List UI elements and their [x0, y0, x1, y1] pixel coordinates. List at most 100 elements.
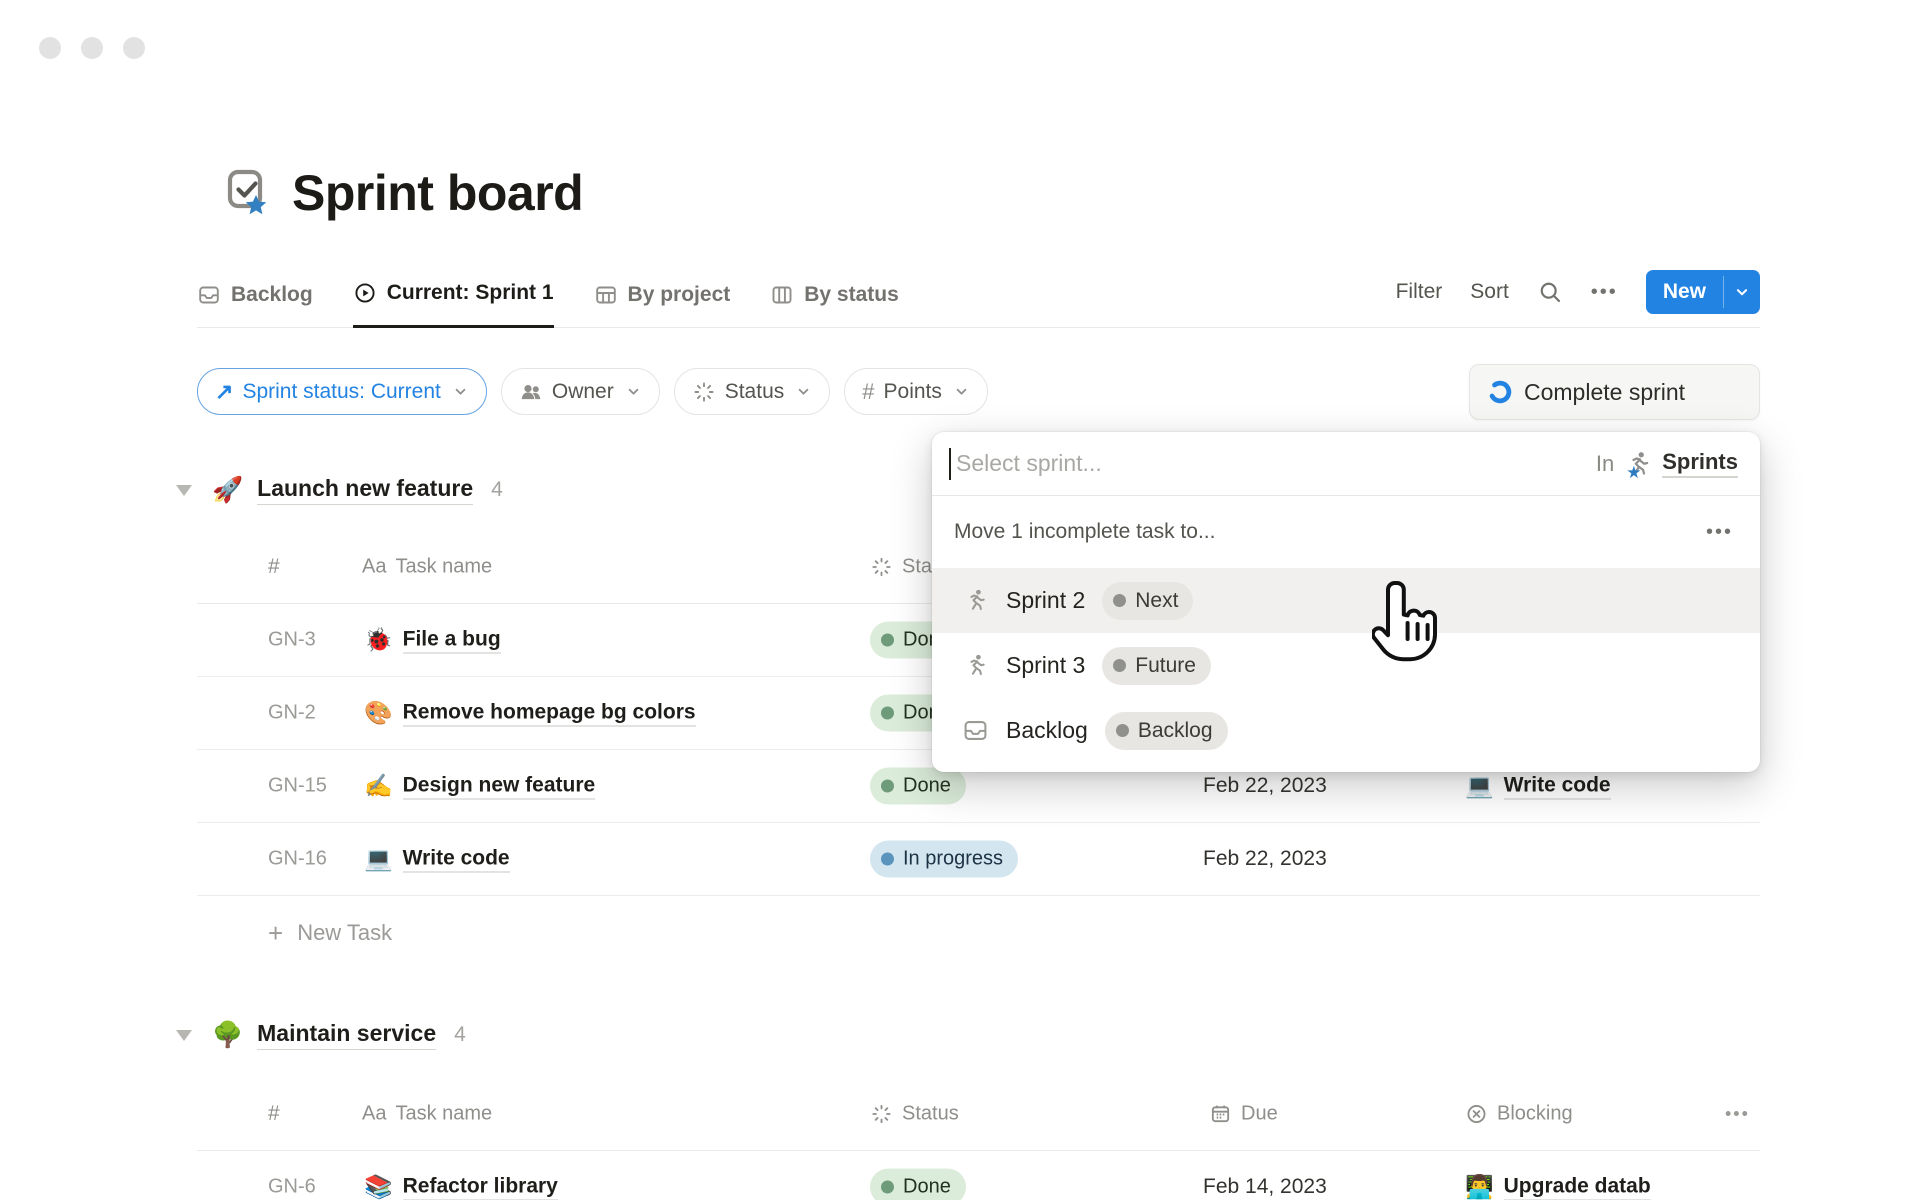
group-title-link[interactable]: Launch new feature: [257, 475, 473, 505]
more-options-icon[interactable]: •••: [1591, 281, 1618, 304]
status-badge[interactable]: In progress: [870, 841, 1018, 878]
search-icon[interactable]: [1537, 279, 1563, 305]
chip-points[interactable]: # Points: [844, 368, 988, 415]
chip-owner[interactable]: Owner: [501, 368, 660, 415]
column-header-task-name[interactable]: Aa Task name: [362, 1102, 492, 1125]
chip-status[interactable]: Status: [674, 368, 831, 415]
task-page-link[interactable]: Remove homepage bg colors: [403, 700, 696, 726]
blocking-cell[interactable]: 👨‍💻 Upgrade datab: [1465, 1174, 1651, 1200]
sprints-scope-link[interactable]: Sprints: [1662, 449, 1738, 478]
task-page-link[interactable]: Refactor library: [403, 1174, 558, 1200]
blocking-page-link[interactable]: Write code: [1504, 773, 1611, 799]
status-spinner-icon: [870, 1102, 893, 1125]
column-header-blocking[interactable]: Blocking: [1465, 1102, 1573, 1125]
sprint-search-placeholder: Select sprint...: [956, 450, 1596, 477]
option-label: Backlog: [1006, 717, 1088, 744]
tab-label: Current: Sprint 1: [387, 281, 554, 305]
checkbox-icon: [222, 167, 272, 219]
sprint-search-input[interactable]: Select sprint... In ★ Sprints: [932, 432, 1760, 496]
sprint-status-badge: Backlog: [1105, 712, 1228, 750]
sort-button[interactable]: Sort: [1470, 280, 1509, 304]
window-minimize-button[interactable]: [81, 37, 103, 59]
collapse-triangle-icon[interactable]: [176, 1030, 192, 1041]
column-header-task-name[interactable]: Aa Task name: [362, 555, 492, 578]
column-header-status[interactable]: Status: [870, 1102, 959, 1125]
complete-sprint-label: Complete sprint: [1524, 379, 1685, 406]
group-emoji: 🚀: [212, 476, 243, 505]
task-emoji: 🎨: [364, 700, 393, 727]
status-label: In progress: [903, 848, 1003, 871]
option-backlog[interactable]: Backlog Backlog: [932, 698, 1760, 763]
new-task-row[interactable]: + New Task: [197, 896, 1760, 969]
collapse-triangle-icon[interactable]: [176, 485, 192, 496]
column-options-icon[interactable]: •••: [1725, 1103, 1750, 1124]
option-label: Sprint 3: [1006, 652, 1085, 679]
chevron-down-icon: [953, 383, 970, 400]
text-caret: [949, 448, 951, 480]
table-row: GN-16 💻 Write code In progress Feb 22, 2…: [197, 823, 1760, 896]
task-id: GN-3: [268, 629, 316, 652]
group-count: 4: [491, 478, 503, 502]
sprint-board-app: Sprint board Backlog Current: Sprint 1: [0, 0, 1920, 1200]
chip-label: Owner: [552, 380, 614, 404]
task-name-cell[interactable]: 🐞 File a bug: [364, 627, 501, 654]
column-header-label: Due: [1241, 1102, 1278, 1125]
complete-sprint-button[interactable]: Complete sprint: [1469, 364, 1760, 420]
arrow-up-right-icon: ↗: [215, 381, 233, 403]
status-cell[interactable]: In progress: [870, 841, 1018, 878]
task-id: GN-15: [268, 775, 327, 798]
column-header-due[interactable]: Due: [1209, 1102, 1278, 1125]
task-page-link[interactable]: File a bug: [403, 627, 501, 653]
badge-label: Future: [1135, 654, 1196, 678]
group-title-link[interactable]: Maintain service: [257, 1020, 436, 1050]
in-label: In: [1596, 451, 1614, 477]
page-icon-checkbox-star[interactable]: [222, 167, 272, 219]
sprint-select-dropdown: Select sprint... In ★ Sprints Move 1 inc…: [932, 432, 1760, 772]
new-button-chevron-icon[interactable]: [1724, 270, 1760, 314]
group-maintain-service: 🌳 Maintain service 4 # Aa Task name Stat…: [197, 1011, 1760, 1200]
status-dot: [1116, 724, 1129, 737]
task-name-cell[interactable]: 🎨 Remove homepage bg colors: [364, 700, 696, 727]
blocking-cell[interactable]: 💻 Write code: [1465, 773, 1611, 800]
tab-by-status[interactable]: By status: [770, 262, 899, 327]
dropdown-more-icon[interactable]: •••: [1706, 521, 1733, 544]
task-page-link[interactable]: Write code: [403, 846, 510, 872]
task-name-cell[interactable]: 💻 Write code: [364, 846, 510, 873]
chip-label: Points: [884, 380, 942, 404]
page-title[interactable]: Sprint board: [292, 164, 583, 222]
new-task-label: New Task: [297, 920, 392, 946]
status-cell[interactable]: Done: [870, 1169, 966, 1200]
hash-icon: #: [862, 379, 874, 405]
option-sprint-3[interactable]: Sprint 3 Future: [932, 633, 1760, 698]
status-cell[interactable]: Done: [870, 768, 966, 805]
task-name-cell[interactable]: 📚 Refactor library: [364, 1174, 558, 1200]
window-zoom-button[interactable]: [123, 37, 145, 59]
status-badge[interactable]: Done: [870, 1169, 966, 1200]
status-badge[interactable]: Done: [870, 768, 966, 805]
new-button[interactable]: New: [1646, 270, 1760, 314]
tab-current-sprint[interactable]: Current: Sprint 1: [353, 263, 554, 328]
column-header-id[interactable]: #: [268, 1102, 280, 1126]
column-header-label: Task name: [395, 1102, 492, 1125]
view-tabs: Backlog Current: Sprint 1 By project: [197, 262, 899, 327]
chip-sprint-status[interactable]: ↗ Sprint status: Current: [197, 368, 487, 415]
tab-by-project[interactable]: By project: [594, 262, 731, 327]
new-button-label[interactable]: New: [1646, 270, 1723, 314]
option-sprint-2[interactable]: Sprint 2 Next: [932, 568, 1760, 633]
due-cell[interactable]: Feb 22, 2023: [1203, 847, 1327, 871]
due-cell[interactable]: Feb 14, 2023: [1203, 1175, 1327, 1199]
scope-indicator: In ★ Sprints: [1596, 449, 1738, 479]
task-page-link[interactable]: Design new feature: [403, 773, 596, 799]
blocking-page-link[interactable]: Upgrade datab: [1504, 1174, 1651, 1200]
task-name-cell[interactable]: ✍️ Design new feature: [364, 773, 595, 800]
tab-backlog[interactable]: Backlog: [197, 262, 313, 327]
task-id: GN-16: [268, 848, 327, 871]
task-emoji: 🐞: [364, 627, 393, 654]
due-cell[interactable]: Feb 22, 2023: [1203, 774, 1327, 798]
window-close-button[interactable]: [39, 37, 61, 59]
blocking-emoji: 💻: [1465, 773, 1494, 800]
column-header-id[interactable]: #: [268, 555, 280, 579]
filter-button[interactable]: Filter: [1396, 280, 1443, 304]
text-type-icon: Aa: [362, 555, 386, 578]
chip-label: Sprint status: Current: [242, 380, 440, 404]
